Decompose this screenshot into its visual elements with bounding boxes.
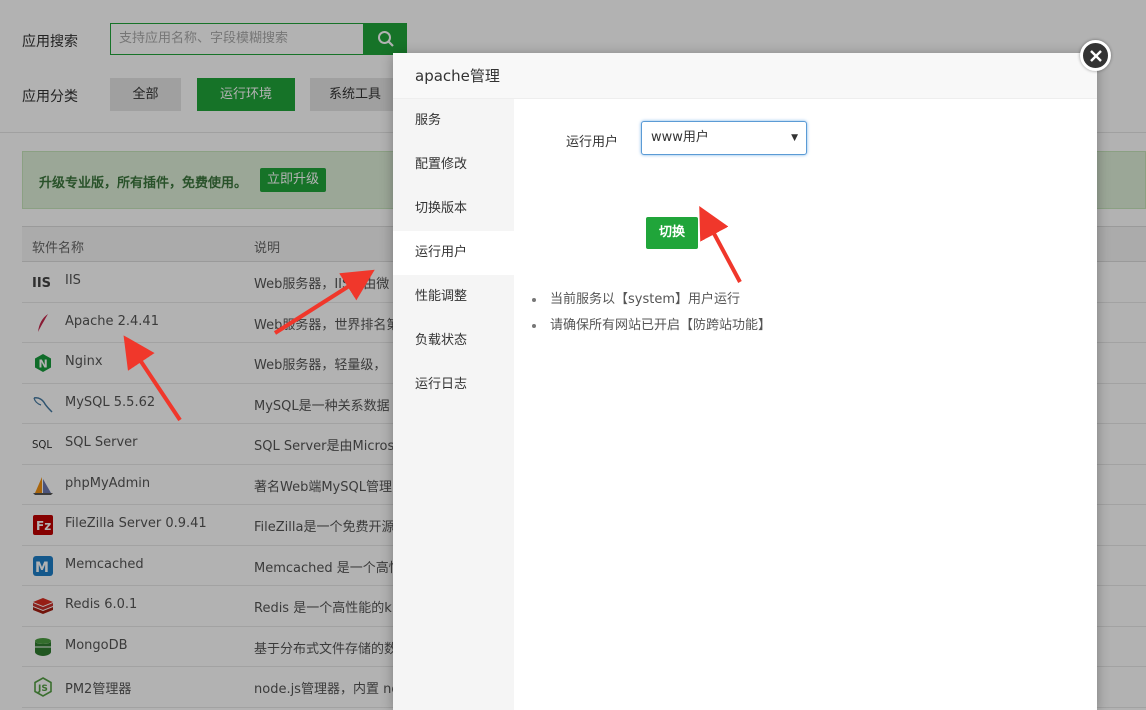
caret-down-icon: ▼ bbox=[791, 133, 798, 143]
sidebar-item-load-status[interactable]: 负载状态 bbox=[393, 319, 514, 363]
run-user-label: 运行用户 bbox=[566, 135, 619, 150]
sidebar-item-service[interactable]: 服务 bbox=[393, 99, 514, 143]
sidebar-item-performance[interactable]: 性能调整 bbox=[393, 275, 514, 319]
close-icon bbox=[1089, 49, 1102, 62]
notes-list: 当前服务以【system】用户运行 请确保所有网站已开启【防跨站功能】 bbox=[530, 287, 771, 339]
sidebar-item-switch-version[interactable]: 切换版本 bbox=[393, 187, 514, 231]
dialog-title: apache管理 bbox=[393, 53, 1097, 99]
close-dialog-button[interactable] bbox=[1080, 40, 1111, 71]
apache-manager-dialog: apache管理 服务 配置修改 切换版本 运行用户 性能调整 负载状态 运行日… bbox=[393, 53, 1097, 710]
sidebar-item-run-log[interactable]: 运行日志 bbox=[393, 363, 514, 407]
list-item: 当前服务以【system】用户运行 bbox=[530, 287, 771, 313]
dialog-sidebar: 服务 配置修改 切换版本 运行用户 性能调整 负载状态 运行日志 bbox=[393, 99, 514, 710]
list-item: 请确保所有网站已开启【防跨站功能】 bbox=[530, 313, 771, 339]
dialog-content: 运行用户 www用户 ▼ 切换 当前服务以【system】用户运行 请确保所有网… bbox=[514, 99, 1097, 710]
run-user-select-value: www用户 bbox=[651, 130, 709, 145]
run-user-select[interactable]: www用户 ▼ bbox=[641, 121, 807, 155]
switch-button[interactable]: 切换 bbox=[646, 217, 698, 249]
sidebar-item-run-user[interactable]: 运行用户 bbox=[393, 231, 514, 275]
sidebar-item-config[interactable]: 配置修改 bbox=[393, 143, 514, 187]
